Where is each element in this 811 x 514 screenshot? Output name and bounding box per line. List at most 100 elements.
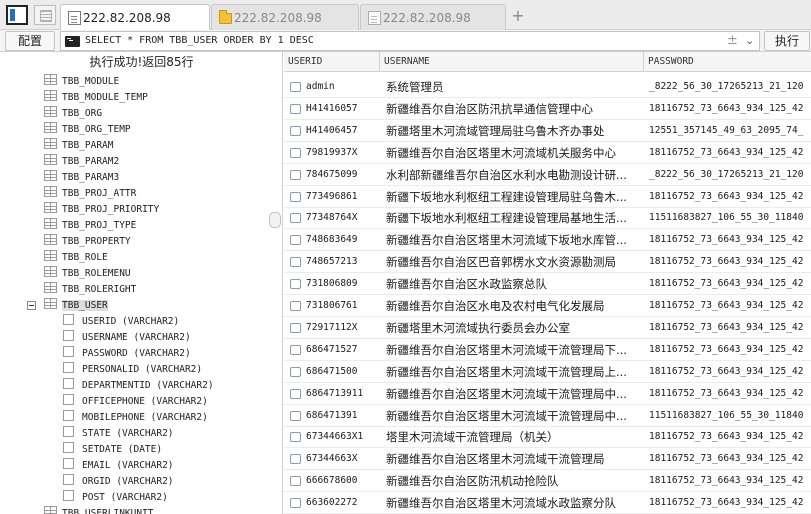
cell-userid[interactable]: 6864713911 [306,383,380,405]
cell-username[interactable]: 新疆维吾尔自治区塔里木河流域下坂地水库管... [386,229,644,251]
cell-userid[interactable]: 686471500 [306,361,380,383]
tree-item-table[interactable]: TBB_ORG_TEMP [44,122,131,138]
cell-password[interactable]: 18116752_73_6643_934_125_42 [649,492,811,514]
table-row[interactable]: 784675099 水利部新疆维吾尔自治区水利水电勘测设计研... _8222_56… [284,164,811,186]
cell-username[interactable]: 新疆维吾尔自治区塔里木河流域干流管理局中... [386,383,644,405]
tab-connection-3[interactable]: 222.82.208.98 [360,4,506,30]
cell-password[interactable]: 18116752_73_6643_934_125_42 [649,339,811,361]
cell-password[interactable]: _8222_56_30_17265213_21_120 [649,164,811,186]
tree-item-table[interactable]: TBB_PROJ_TYPE [44,218,136,234]
cell-userid[interactable]: 686471391 [306,405,380,427]
table-row[interactable]: 731806761 新疆维吾尔自治区水电及农村电气化发展局 18116752_73_… [284,295,811,317]
row-checkbox[interactable] [290,279,301,290]
cell-username[interactable]: 新疆维吾尔自治区塔里木河流域干流管理局上... [386,361,644,383]
cell-username[interactable]: 新疆塔里木河流域执行委员会办公室 [386,317,644,339]
row-checkbox[interactable] [290,103,301,114]
cell-password[interactable]: 18116752_73_6643_934_125_42 [649,273,811,295]
run-button[interactable]: 执行 [764,31,810,51]
collapse-icon[interactable] [27,301,36,310]
table-row[interactable]: 663602272 新疆维吾尔自治区塔里木河流域水政监察分队 18116752_73… [284,492,811,514]
cell-userid[interactable]: 79819937X [306,142,380,164]
sql-input[interactable]: SELECT * FROM TBB_USER ORDER BY 1 DESC ±… [60,31,760,51]
row-checkbox[interactable] [290,301,301,311]
tree-item-table[interactable]: TBB_PARAM3 [44,170,119,186]
row-checkbox[interactable] [290,366,301,377]
cell-password[interactable]: 18116752_73_6643_934_125_42 [649,142,811,164]
tree-item-column[interactable]: USERID (VARCHAR2) [63,314,179,330]
tree-item-table[interactable]: TBB_PARAM [44,138,113,154]
cell-password[interactable]: 18116752_73_6643_934_125_42 [649,317,811,339]
tree-item-table[interactable]: TBB_PROJ_ATTR [44,186,136,202]
tree-item-table[interactable]: TBB_ORG [44,106,102,122]
cell-userid[interactable]: admin [306,76,380,98]
row-checkbox[interactable] [290,213,301,224]
row-checkbox[interactable] [290,191,301,202]
tree-item-column[interactable]: POST (VARCHAR2) [63,490,168,506]
cell-username[interactable]: 新疆维吾尔自治区塔里木河流域干流管理局下... [386,339,644,361]
table-row[interactable]: H41416057 新疆维吾尔自治区防汛抗旱通信管理中心 18116752_73_6… [284,98,811,120]
tab-connection-1[interactable]: 222.82.208.98 [60,4,210,31]
cell-username[interactable]: 新疆维吾尔自治区塔里木河流域干流管理局 [386,448,644,470]
cell-username[interactable]: 新疆维吾尔自治区塔里木河流域机关服务中心 [386,142,644,164]
table-row[interactable]: 686471391 新疆维吾尔自治区塔里木河流域干流管理局中... 11511683… [284,405,811,427]
new-tab-button[interactable]: + [510,6,526,25]
tab-connection-2[interactable]: 222.82.208.98 [211,4,359,30]
cell-username[interactable]: 塔里木河流域干流管理局（机关） [386,426,644,448]
row-checkbox[interactable] [290,169,301,180]
row-checkbox[interactable] [290,454,301,465]
cell-userid[interactable]: 784675099 [306,164,380,186]
table-row[interactable]: 67344663X1 塔里木河流域干流管理局（机关） 18116752_73_664… [284,426,811,449]
tree-item-table[interactable]: TBB_ROLEMENU [44,266,131,282]
cell-password[interactable]: 18116752_73_6643_934_125_42 [649,383,811,405]
header-userid[interactable]: USERID [284,52,380,72]
table-row[interactable]: 686471500 新疆维吾尔自治区塔里木河流域干流管理局上... 18116752… [284,361,811,383]
tree-item-column[interactable]: PASSWORD (VARCHAR2) [63,346,191,362]
cell-password[interactable]: 11511683827_106_55_30_11840 [649,207,811,229]
row-checkbox[interactable] [290,147,301,158]
cell-password[interactable]: 18116752_73_6643_934_125_42 [649,295,811,317]
table-row[interactable]: H41406457 新疆塔里木河流域管理局驻乌鲁木齐办事处 12551_357145… [284,120,811,142]
tree-item-table[interactable]: TBB_PROPERTY [44,234,131,250]
cell-username[interactable]: 新疆下坂地水利枢纽工程建设管理局基地生活... [386,207,644,229]
cell-userid[interactable]: 773496861 [306,186,380,208]
sidebar-toggle-icon[interactable] [6,5,28,25]
cell-username[interactable]: 新疆维吾尔自治区防汛抗旱通信管理中心 [386,98,644,120]
row-checkbox[interactable] [290,498,301,509]
cell-password[interactable]: 18116752_73_6643_934_125_42 [649,426,811,448]
row-checkbox[interactable] [290,82,301,92]
table-row[interactable]: 748657213 新疆维吾尔自治区巴音郭楞水文水资源勘测局 18116752_73… [284,251,811,274]
row-checkbox[interactable] [290,322,301,333]
cell-password[interactable]: _8222_56_30_17265213_21_120 [649,76,811,98]
cell-username[interactable]: 新疆维吾尔自治区塔里木河流域干流管理局中... [386,405,644,427]
header-username[interactable]: USERNAME [380,52,644,72]
row-checkbox[interactable] [290,432,301,443]
cell-userid[interactable]: 731806761 [306,295,380,317]
cell-userid[interactable]: 77348764X [306,207,380,229]
cell-username[interactable]: 新疆塔里木河流域管理局驻乌鲁木齐办事处 [386,120,644,142]
table-row[interactable]: 748683649 新疆维吾尔自治区塔里木河流域下坂地水库管... 18116752… [284,229,811,252]
table-row[interactable]: 79819937X 新疆维吾尔自治区塔里木河流域机关服务中心 18116752_73… [284,142,811,164]
scrollbar-thumb[interactable] [269,212,281,228]
tree-item-table[interactable]: TBB_MODULE [44,74,119,90]
tree-item-table-expanded[interactable]: TBB_USER [44,298,108,314]
row-checkbox[interactable] [290,344,301,355]
tree-item-column[interactable]: EMAIL (VARCHAR2) [63,458,174,474]
row-checkbox[interactable] [290,257,301,268]
row-checkbox[interactable] [290,388,301,399]
row-checkbox[interactable] [290,125,301,136]
cell-userid[interactable]: 748683649 [306,229,380,251]
cell-username[interactable]: 水利部新疆维吾尔自治区水利水电勘测设计研... [386,164,644,186]
tree-item-column[interactable]: MOBILEPHONE (VARCHAR2) [63,410,208,426]
cell-username[interactable]: 系统管理员 [386,76,644,98]
cell-password[interactable]: 18116752_73_6643_934_125_42 [649,229,811,251]
cell-userid[interactable]: 731806809 [306,273,380,295]
table-row[interactable]: admin 系统管理员 _8222_56_30_17265213_21_120 [284,76,811,98]
cell-username[interactable]: 新疆维吾尔自治区巴音郭楞水文水资源勘测局 [386,251,644,273]
tree-item-column[interactable]: SETDATE (DATE) [63,442,162,458]
table-row[interactable]: 666678600 新疆维吾尔自治区防汛机动抢险队 18116752_73_6643… [284,470,811,493]
cell-username[interactable]: 新疆维吾尔自治区水电及农村电气化发展局 [386,295,644,317]
cell-userid[interactable]: 67344663X1 [306,426,380,448]
tree-item-table[interactable]: TBB_PROJ_PRIORITY [44,202,159,218]
tree-item-table[interactable]: TBB_PARAM2 [44,154,119,170]
cell-userid[interactable]: 686471527 [306,339,380,361]
